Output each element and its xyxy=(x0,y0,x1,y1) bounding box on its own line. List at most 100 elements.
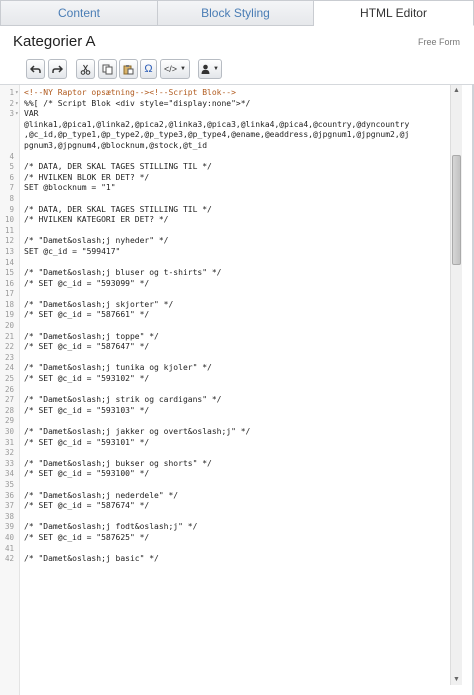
code-line[interactable]: 32 xyxy=(0,448,446,459)
code-line[interactable]: 8 xyxy=(0,194,446,205)
line-number: 35 xyxy=(4,479,14,489)
code-line[interactable]: 39 /* "Damet&oslash;j fodt&oslash;j" */ xyxy=(0,522,446,533)
tab-html-editor[interactable]: HTML Editor xyxy=(314,0,474,26)
code-line[interactable]: 12 /* "Damet&oslash;j nyheder" */ xyxy=(0,236,446,247)
code-line[interactable]: 22 /* SET @c_id = "587647" */ xyxy=(0,342,446,353)
code-dropdown-button[interactable]: </> ▼ xyxy=(160,59,190,79)
code-line[interactable]: 41 xyxy=(0,544,446,555)
code-line[interactable]: pgnum3,@jpgnum4,@blocknum,@stock,@t_id xyxy=(0,141,446,152)
scroll-down-arrow-icon[interactable]: ▼ xyxy=(451,674,462,685)
line-number: 29 xyxy=(4,416,14,426)
code-text: SET @blocknum = "1" xyxy=(24,183,116,193)
code-area[interactable]: 1 ▾ <!--NY Raptor opsætning--><!--Script B… xyxy=(0,88,446,565)
code-line[interactable]: 40 /* SET @c_id = "587625" */ xyxy=(0,533,446,544)
code-line[interactable]: 28 /* SET @c_id = "593103" */ xyxy=(0,406,446,417)
page-title: Kategorier A xyxy=(13,33,96,50)
code-line[interactable]: 36 /* "Damet&oslash;j nederdele" */ xyxy=(0,491,446,502)
line-number: 13 xyxy=(4,246,14,256)
code-line[interactable]: 24 /* "Damet&oslash;j tunika og kjoler" *… xyxy=(0,363,446,374)
line-number: 7 xyxy=(9,183,14,193)
code-line[interactable]: 14 xyxy=(0,258,446,269)
code-line[interactable]: 37 /* SET @c_id = "587674" */ xyxy=(0,501,446,512)
line-number: 42 xyxy=(4,554,14,564)
tab-bar: Content Block Styling HTML Editor xyxy=(0,0,474,26)
fold-marker-icon[interactable]: ▾ xyxy=(15,99,20,110)
code-line[interactable]: ,@c_id,@p_type1,@p_type2,@p_type3,@p_typ… xyxy=(0,130,446,141)
scissors-icon xyxy=(80,64,91,75)
code-line[interactable]: 31 /* SET @c_id = "593101" */ xyxy=(0,438,446,449)
code-line[interactable]: 10 /* HVILKEN KATEGORI ER DET? */ xyxy=(0,215,446,226)
user-dropdown-button[interactable]: ▼ xyxy=(198,59,222,79)
line-number: 34 xyxy=(4,469,14,479)
code-text: /* SET @c_id = "593099" */ xyxy=(24,278,150,288)
code-line[interactable]: 29 xyxy=(0,416,446,427)
fold-marker-icon[interactable]: ▾ xyxy=(15,109,20,120)
code-line[interactable]: 26 xyxy=(0,385,446,396)
redo-button[interactable] xyxy=(48,59,67,79)
line-number: 38 xyxy=(4,511,14,521)
code-line[interactable]: 42 /* "Damet&oslash;j basic" */ xyxy=(0,554,446,565)
line-number: 6 xyxy=(9,172,14,182)
code-line[interactable]: 35 xyxy=(0,480,446,491)
code-text: /* SET @c_id = "593100" */ xyxy=(24,469,150,479)
code-line[interactable]: 11 xyxy=(0,226,446,237)
undo-button[interactable] xyxy=(26,59,45,79)
code-line[interactable]: 27 /* "Damet&oslash;j strik og cardigans"… xyxy=(0,395,446,406)
line-number: 2 xyxy=(9,98,14,108)
fold-marker-icon[interactable]: ▾ xyxy=(15,88,20,99)
line-number: 21 xyxy=(4,331,14,341)
code-text: /* SET @c_id = "587674" */ xyxy=(24,501,150,511)
omega-icon: Ω xyxy=(144,63,153,75)
code-line[interactable]: 21 /* "Damet&oslash;j toppe" */ xyxy=(0,332,446,343)
code-line[interactable]: 16 /* SET @c_id = "593099" */ xyxy=(0,279,446,290)
code-line[interactable]: 2 ▾ %%[ /* Script Blok <div style="display… xyxy=(0,99,446,110)
form-type-label: Free Form xyxy=(417,37,460,47)
line-number: 16 xyxy=(4,278,14,288)
redo-icon xyxy=(52,64,63,73)
scroll-up-arrow-icon[interactable]: ▲ xyxy=(451,85,462,96)
code-line[interactable]: 17 xyxy=(0,289,446,300)
code-line[interactable]: 15 /* "Damet&oslash;j bluser og t-shirts"… xyxy=(0,268,446,279)
code-line[interactable]: @linka1,@pica1,@linka2,@pica2,@linka3,@p… xyxy=(0,120,446,131)
code-line[interactable]: 6 /* HVILKEN BLOK ER DET? */ xyxy=(0,173,446,184)
line-number: 18 xyxy=(4,299,14,309)
code-text: /* SET @c_id = "593101" */ xyxy=(24,437,150,447)
line-number: 23 xyxy=(4,352,14,362)
code-line[interactable]: 38 xyxy=(0,512,446,523)
code-line[interactable]: 33 /* "Damet&oslash;j bukser og shorts" *… xyxy=(0,459,446,470)
code-line[interactable]: 4 xyxy=(0,152,446,163)
html-code-editor[interactable]: 1 ▾ <!--NY Raptor opsætning--><!--Script B… xyxy=(0,84,474,695)
special-char-button[interactable]: Ω xyxy=(140,59,157,79)
code-line[interactable]: 34 /* SET @c_id = "593100" */ xyxy=(0,469,446,480)
code-line[interactable]: 9 /* DATA, DER SKAL TAGES STILLING TIL */ xyxy=(0,205,446,216)
scrollbar-thumb[interactable] xyxy=(452,155,461,265)
code-line[interactable]: 5 /* DATA, DER SKAL TAGES STILLING TIL */ xyxy=(0,162,446,173)
code-line[interactable]: 7 SET @blocknum = "1" xyxy=(0,183,446,194)
line-number: 22 xyxy=(4,342,14,352)
code-text: /* DATA, DER SKAL TAGES STILLING TIL */ xyxy=(24,204,212,214)
line-number: 26 xyxy=(4,384,14,394)
tab-content[interactable]: Content xyxy=(0,0,158,26)
copy-button[interactable] xyxy=(98,59,117,79)
vertical-scrollbar[interactable]: ▲ ▼ xyxy=(450,85,462,685)
tab-block-styling[interactable]: Block Styling xyxy=(158,0,314,26)
title-row: Kategorier A Free Form xyxy=(0,26,474,54)
code-text: ,@c_id,@p_type1,@p_type2,@p_type3,@p_typ… xyxy=(24,130,410,140)
code-line[interactable]: 25 /* SET @c_id = "593102" */ xyxy=(0,374,446,385)
code-text: /* SET @c_id = "593102" */ xyxy=(24,374,150,384)
code-line[interactable]: 30 /* "Damet&oslash;j jakker og overt&osl… xyxy=(0,427,446,438)
chevron-down-icon: ▼ xyxy=(213,66,219,72)
code-text: /* SET @c_id = "593103" */ xyxy=(24,405,150,415)
code-line[interactable]: 18 /* "Damet&oslash;j skjorter" */ xyxy=(0,300,446,311)
cut-button[interactable] xyxy=(76,59,95,79)
code-line[interactable]: 20 xyxy=(0,321,446,332)
code-line[interactable]: 13 SET @c_id = "599417" xyxy=(0,247,446,258)
code-line[interactable]: 1 ▾ <!--NY Raptor opsætning--><!--Script B… xyxy=(0,88,446,99)
user-icon xyxy=(201,64,210,74)
code-line[interactable]: 19 /* SET @c_id = "587661" */ xyxy=(0,310,446,321)
code-line[interactable]: 23 xyxy=(0,353,446,364)
paste-button[interactable] xyxy=(119,59,138,79)
code-line[interactable]: 3 ▾ VAR xyxy=(0,109,446,120)
line-number: 32 xyxy=(4,448,14,458)
line-number: 27 xyxy=(4,395,14,405)
